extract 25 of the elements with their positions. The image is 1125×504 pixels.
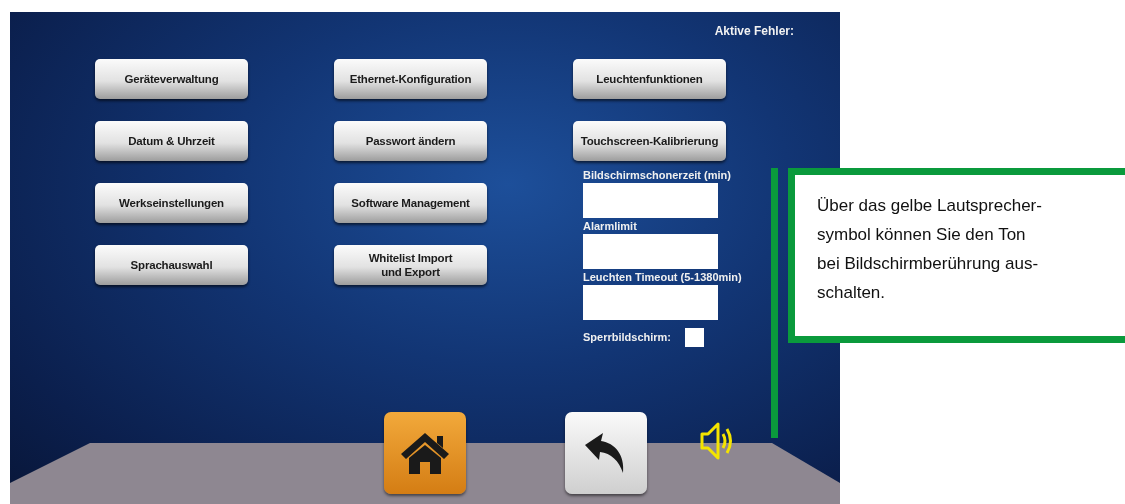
menu-button[interactable]: Leuchtenfunktionen — [573, 59, 726, 99]
input-field[interactable] — [583, 234, 718, 269]
input-field[interactable] — [583, 183, 718, 218]
callout-text: Über das gelbe Lautsprecher- symbol können Sie den Ton bei Bildschirmberührung aus- schalten. — [788, 168, 1125, 343]
menu-button[interactable]: Ethernet-Konfiguration — [334, 59, 487, 99]
menu-button[interactable]: Whitelist Import und Export — [334, 245, 487, 285]
menu-button[interactable]: Sprachauswahl — [95, 245, 248, 285]
back-button[interactable] — [565, 412, 647, 494]
field-label: Alarmlimit — [583, 220, 638, 232]
field-label: Bildschirmschonerzeit (min) — [583, 169, 732, 181]
checkbox[interactable] — [685, 328, 705, 347]
speaker-icon — [700, 420, 734, 462]
input-field[interactable] — [583, 285, 718, 320]
menu-button[interactable]: Passwort ändern — [334, 121, 487, 161]
menu-button[interactable]: Werkseinstellungen — [95, 183, 248, 223]
menu-button[interactable]: Touchscreen-Kalibrierung — [573, 121, 726, 161]
menu-button[interactable]: Datum & Uhrzeit — [95, 121, 248, 161]
menu-button[interactable]: Software Management — [334, 183, 487, 223]
active-errors-label: Aktive Fehler: — [714, 24, 794, 40]
menu-button[interactable]: Geräteverwaltung — [95, 59, 248, 99]
field-label: Leuchten Timeout (5-1380min) — [583, 271, 743, 283]
home-icon — [399, 430, 451, 476]
checkbox-label: Sperrbildschirm: — [583, 330, 672, 343]
sound-button[interactable] — [700, 420, 734, 462]
home-button[interactable] — [384, 412, 466, 494]
